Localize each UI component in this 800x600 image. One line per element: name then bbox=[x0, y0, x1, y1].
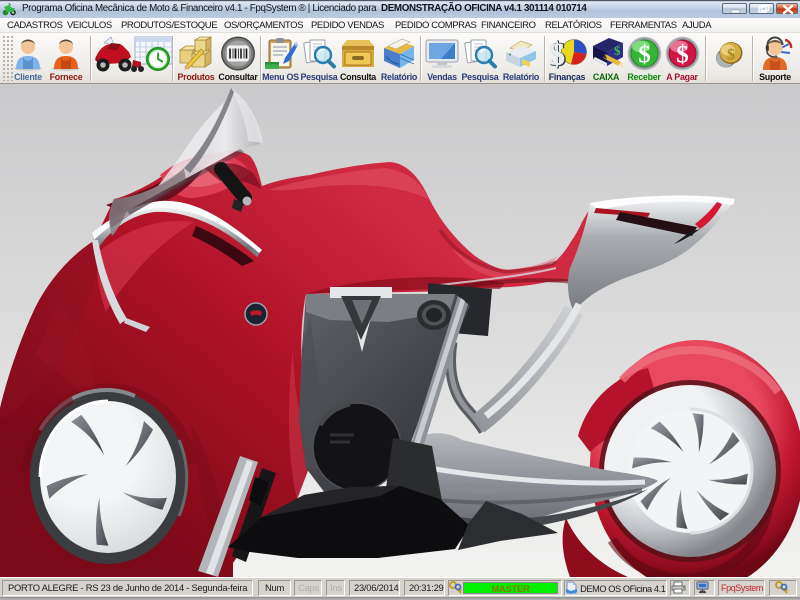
svg-text:$: $ bbox=[676, 42, 689, 69]
svg-text:$: $ bbox=[638, 42, 651, 69]
svg-text:$: $ bbox=[727, 47, 735, 64]
svg-text:$: $ bbox=[614, 43, 621, 58]
svg-text:$: $ bbox=[549, 36, 565, 71]
